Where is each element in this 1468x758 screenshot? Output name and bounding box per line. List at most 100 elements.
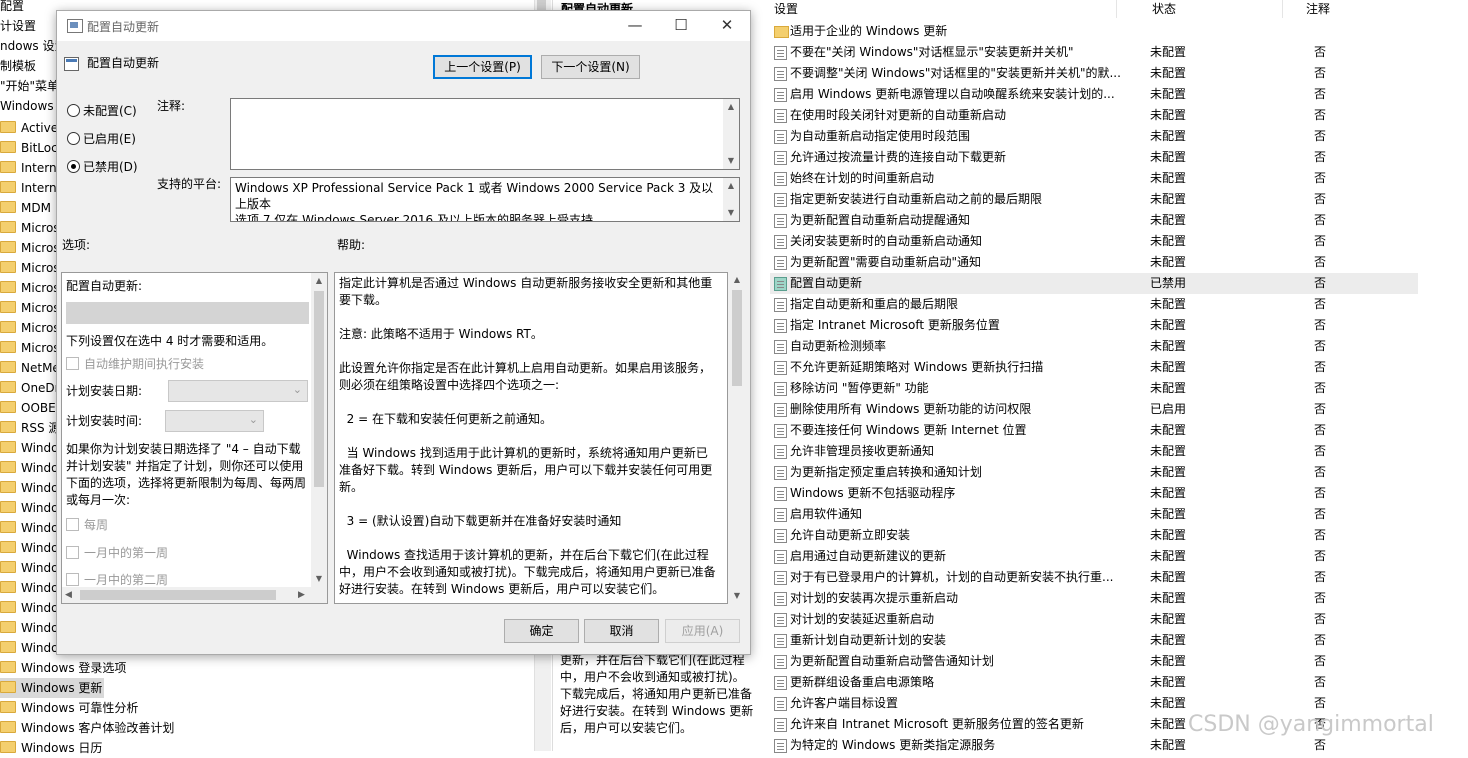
list-row[interactable]: 指定自动更新和重启的最后期限 未配置 否: [770, 294, 1418, 315]
tree-item[interactable]: NetMe: [0, 358, 60, 378]
comment-scrollbar[interactable]: ▲ ▼: [723, 99, 739, 169]
column-header-setting[interactable]: 设置: [774, 0, 798, 18]
list-row[interactable]: 移除访问 "暂停更新" 功能 未配置 否: [770, 378, 1418, 399]
tree-item[interactable]: MDM: [0, 198, 51, 218]
platform-scrollbar[interactable]: ▲ ▼: [723, 178, 739, 221]
options-vscrollbar[interactable]: ▲ ▼: [311, 273, 327, 587]
list-row[interactable]: 不允许更新延期策略对 Windows 更新执行扫描 未配置 否: [770, 357, 1418, 378]
tree-item[interactable]: Windo: [0, 578, 59, 598]
tree-item[interactable]: Micros: [0, 258, 60, 278]
tree-item[interactable]: Micros: [0, 278, 60, 298]
list-row[interactable]: 始终在计划的时间重新启动 未配置 否: [770, 168, 1418, 189]
tree-item[interactable]: Windo: [0, 478, 59, 498]
tree-item[interactable]: Micros: [0, 318, 60, 338]
scroll-down-icon[interactable]: ▼: [723, 153, 739, 169]
tree-item[interactable]: "开始"菜单: [0, 76, 59, 96]
weekly-option[interactable]: 每周: [66, 517, 311, 534]
tree-item[interactable]: 计设置: [0, 16, 36, 36]
tree-item[interactable]: Interne: [0, 178, 64, 198]
tree-item[interactable]: Micros: [0, 298, 60, 318]
scroll-left-icon[interactable]: ◀: [65, 587, 72, 603]
scrollbar-thumb[interactable]: [732, 290, 742, 386]
list-row[interactable]: 不要连接任何 Windows 更新 Internet 位置 未配置 否: [770, 420, 1418, 441]
list-row[interactable]: 在使用时段关闭针对更新的自动重新启动 未配置 否: [770, 105, 1418, 126]
install-day-dropdown[interactable]: [168, 380, 308, 402]
checkbox[interactable]: [66, 357, 79, 370]
list-row[interactable]: 对计划的安装再次提示重新启动 未配置 否: [770, 588, 1418, 609]
list-row[interactable]: 对计划的安装延迟重新启动 未配置 否: [770, 609, 1418, 630]
next-setting-button[interactable]: 下一个设置(N): [541, 55, 640, 79]
comment-field[interactable]: ▲ ▼: [230, 98, 740, 170]
radio-circle[interactable]: [67, 132, 80, 145]
tree-item[interactable]: Windo: [0, 598, 59, 618]
tree-item[interactable]: Windo: [0, 538, 59, 558]
tree-item[interactable]: OOBE: [0, 398, 56, 418]
column-divider[interactable]: [1282, 0, 1283, 18]
tree-item[interactable]: Interne: [0, 158, 64, 178]
ok-button[interactable]: 确定: [504, 619, 579, 643]
tree-item[interactable]: BitLock: [0, 138, 65, 158]
tree-item[interactable]: Windows 更新: [0, 678, 104, 698]
tree-item[interactable]: Windows 可靠性分析: [0, 698, 138, 718]
minimize-button[interactable]: —: [612, 11, 658, 41]
dialog-titlebar[interactable]: 配置自动更新 — ☐ ✕: [57, 11, 750, 41]
checkbox[interactable]: [66, 573, 79, 586]
list-row[interactable]: 删除使用所有 Windows 更新功能的访问权限 已启用 否: [770, 399, 1418, 420]
tree-item[interactable]: Windows: [0, 96, 54, 116]
tree-item[interactable]: Windo: [0, 618, 59, 638]
tree-item[interactable]: Micros: [0, 338, 60, 358]
list-row[interactable]: 配置自动更新 已禁用 否: [770, 273, 1418, 294]
scroll-up-icon[interactable]: ▲: [723, 178, 739, 194]
install-time-dropdown[interactable]: [165, 410, 264, 432]
cancel-button[interactable]: 取消: [584, 619, 659, 643]
tree-item[interactable]: Windo: [0, 458, 59, 478]
list-row[interactable]: Windows 更新不包括驱动程序 未配置 否: [770, 483, 1418, 504]
tree-item[interactable]: RSS 源: [0, 418, 60, 438]
list-row[interactable]: 为更新指定预定重启转换和通知计划 未配置 否: [770, 462, 1418, 483]
scroll-up-icon[interactable]: ▲: [729, 272, 745, 288]
column-divider[interactable]: [1116, 0, 1117, 18]
list-row[interactable]: 指定更新安装进行自动重新启动之前的最后期限 未配置 否: [770, 189, 1418, 210]
column-header-state[interactable]: 状态: [1152, 0, 1176, 18]
tree-item[interactable]: Windows 登录选项: [0, 658, 126, 678]
tree-item[interactable]: 制模板: [0, 56, 36, 76]
radio-disabled[interactable]: 已禁用(D): [67, 158, 138, 175]
scroll-right-icon[interactable]: ▶: [298, 587, 305, 603]
list-row[interactable]: 启用软件通知 未配置 否: [770, 504, 1418, 525]
options-hscrollbar[interactable]: ◀ ▶: [62, 587, 327, 603]
scroll-down-icon[interactable]: ▼: [729, 588, 745, 604]
list-row[interactable]: 启用通过自动更新建议的更新 未配置 否: [770, 546, 1418, 567]
close-button[interactable]: ✕: [704, 11, 750, 41]
scroll-down-icon[interactable]: ▼: [311, 571, 327, 587]
column-header-comment[interactable]: 注释: [1306, 0, 1330, 18]
tree-item[interactable]: Windows 客户体验改善计划: [0, 718, 174, 738]
tree-item[interactable]: OneDr: [0, 378, 60, 398]
list-row[interactable]: 关闭安装更新时的自动重新启动通知 未配置 否: [770, 231, 1418, 252]
list-row[interactable]: 对于有已登录用户的计算机，计划的自动更新安装不执行重... 未配置 否: [770, 567, 1418, 588]
radio-not-configured[interactable]: 未配置(C): [67, 102, 137, 119]
list-row[interactable]: 为更新配置自动重新启动提醒通知 未配置 否: [770, 210, 1418, 231]
list-row[interactable]: 为更新配置自动重新启动警告通知计划 未配置 否: [770, 651, 1418, 672]
tree-item[interactable]: Windo: [0, 518, 59, 538]
radio-circle[interactable]: [67, 160, 80, 173]
radio-circle[interactable]: [67, 104, 80, 117]
scroll-up-icon[interactable]: ▲: [723, 99, 739, 115]
tree-item[interactable]: Windo: [0, 498, 59, 518]
maximize-button[interactable]: ☐: [658, 11, 704, 41]
tree-item[interactable]: Micros: [0, 218, 60, 238]
first-week-option[interactable]: 一月中的第一周: [66, 545, 311, 562]
list-row[interactable]: 指定 Intranet Microsoft 更新服务位置 未配置 否: [770, 315, 1418, 336]
list-row[interactable]: 重新计划自动更新计划的安装 未配置 否: [770, 630, 1418, 651]
tree-item[interactable]: 配置: [0, 0, 24, 16]
list-row[interactable]: 允许非管理员接收更新通知 未配置 否: [770, 441, 1418, 462]
tree-item[interactable]: Micros: [0, 238, 60, 258]
scroll-up-icon[interactable]: ▲: [311, 273, 327, 289]
list-row[interactable]: 不要调整"关闭 Windows"对话框里的"安装更新并关机"的默... 未配置 否: [770, 63, 1418, 84]
radio-enabled[interactable]: 已启用(E): [67, 130, 136, 147]
help-scrollbar[interactable]: ▲ ▼: [729, 272, 745, 604]
scrollbar-thumb[interactable]: [80, 590, 276, 600]
previous-setting-button[interactable]: 上一个设置(P): [433, 55, 532, 79]
checkbox[interactable]: [66, 546, 79, 559]
tree-item[interactable]: Windo: [0, 638, 59, 658]
list-row[interactable]: 更新群组设备重启电源策略 未配置 否: [770, 672, 1418, 693]
